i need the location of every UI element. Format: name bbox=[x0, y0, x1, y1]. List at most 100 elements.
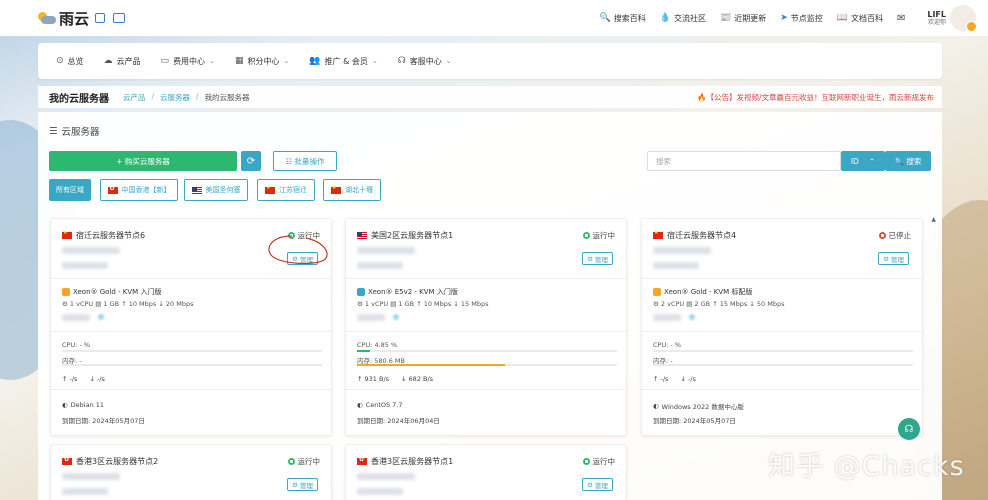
topnav-search[interactable]: 🔍搜索百科 bbox=[600, 13, 646, 24]
divider bbox=[346, 389, 626, 390]
divider bbox=[642, 389, 922, 390]
scroll-up-icon[interactable]: ▲ bbox=[931, 216, 936, 223]
download-speed: ↓ 682 B/s bbox=[401, 375, 433, 383]
menu-support[interactable]: ☊客服中心⌄ bbox=[398, 56, 452, 67]
server-card[interactable]: 香港3区云服务器节点2 运行中 ⚙管理 bbox=[50, 444, 332, 500]
menu-overview[interactable]: ⊙总览 bbox=[56, 56, 84, 67]
redacted-text bbox=[62, 247, 120, 254]
page-title: 我的云服务器 bbox=[49, 90, 109, 105]
server-name: 美国2区云服务器节点1 bbox=[357, 230, 453, 241]
search-button[interactable]: 🔍 搜索 bbox=[885, 151, 931, 171]
breadcrumb-item[interactable]: 云产品 bbox=[123, 92, 146, 103]
menu-cloud-products[interactable]: ☁云产品 bbox=[104, 56, 141, 67]
cloud-logo-icon bbox=[36, 11, 56, 25]
cn-flag-icon bbox=[653, 232, 663, 239]
status-badge: 运行中 bbox=[583, 230, 616, 241]
status-badge: 运行中 bbox=[288, 456, 321, 467]
region-sanjose[interactable]: 美国圣何塞 bbox=[184, 179, 248, 201]
server-name: 宿迁云服务器节点6 bbox=[62, 230, 145, 241]
region-all[interactable]: 所有区域 bbox=[49, 179, 91, 201]
manage-button[interactable]: ⚙管理 bbox=[287, 478, 318, 491]
search-input[interactable]: 搜索 bbox=[647, 151, 841, 171]
manage-button[interactable]: ⚙管理 bbox=[878, 252, 909, 265]
avatar[interactable] bbox=[950, 5, 976, 31]
dashboard-icon: ⊙ bbox=[56, 56, 64, 66]
redacted-text bbox=[357, 488, 403, 495]
network-stats: ↑ -/s ↓ -/s bbox=[62, 375, 105, 383]
support-chat-button[interactable]: ☊ bbox=[898, 418, 920, 440]
manage-button[interactable]: ⚙管理 bbox=[582, 252, 613, 265]
os-icon: ◐ bbox=[653, 402, 659, 410]
os-info: ◐CentOS 7.7 bbox=[357, 401, 403, 409]
redacted-dot bbox=[393, 314, 399, 320]
chevron-down-icon: ⌄ bbox=[283, 57, 289, 65]
cn-flag-icon bbox=[265, 187, 275, 194]
topnav-community[interactable]: 💧交流社区 bbox=[660, 13, 706, 24]
server-card[interactable]: 香港3区云服务器节点1 运行中 ⚙管理 bbox=[345, 444, 627, 500]
download-speed: ↓ -/s bbox=[89, 375, 104, 383]
window-icon[interactable] bbox=[95, 13, 105, 23]
news-icon: 📰 bbox=[720, 13, 731, 23]
redacted-text bbox=[653, 262, 699, 269]
hardware-spec: ⚙ 1 vCPU ▤ 1 GB ↑ 10 Mbps ↓ 15 Mbps bbox=[357, 300, 488, 308]
upload-speed: ↑ -/s bbox=[62, 375, 77, 383]
menu-billing[interactable]: ▭费用中心⌄ bbox=[161, 56, 215, 67]
play-icon bbox=[288, 458, 295, 465]
status-badge: 运行中 bbox=[583, 456, 616, 467]
breadcrumb-bar: 我的云服务器 云产品/ 云服务器/ 我的云服务器 🔥【公告】发视频/文章赢百元收… bbox=[38, 86, 942, 108]
hardware-spec: ⚙ 1 vCPU ▤ 1 GB ↑ 10 Mbps ↓ 20 Mbps bbox=[62, 300, 193, 308]
topnav-monitor[interactable]: ➤节点监控 bbox=[780, 13, 823, 24]
network-stats: ↑ 931 B/s↓ 682 B/s bbox=[357, 375, 433, 383]
hardware-spec: ⚙ 2 vCPU ▤ 2 GB ↑ 15 Mbps ↓ 50 Mbps bbox=[653, 300, 784, 308]
image-icon[interactable] bbox=[113, 13, 125, 23]
stop-icon bbox=[879, 232, 886, 239]
region-suqian[interactable]: 江苏宿迁 bbox=[257, 179, 315, 201]
redacted-text bbox=[357, 262, 403, 269]
server-name: 香港3区云服务器节点1 bbox=[357, 456, 453, 467]
cpu-icon bbox=[357, 288, 365, 296]
announcement[interactable]: 🔥【公告】发视频/文章赢百元收益！互联网新职业诞生，雨云新规发布 bbox=[697, 92, 934, 103]
os-icon: ◐ bbox=[357, 401, 363, 409]
server-card[interactable]: 美国2区云服务器节点1 运行中 ⚙管理 Xeon® E5v2 - KVM 入门版… bbox=[345, 218, 627, 436]
gear-icon: ⚙ bbox=[883, 255, 889, 263]
cpu-bar bbox=[62, 350, 322, 352]
divider bbox=[51, 278, 331, 279]
server-icon: ☰ bbox=[49, 126, 58, 137]
chevron-down-icon: ⌄ bbox=[446, 57, 452, 65]
chevron-up-icon: ⌃ bbox=[869, 157, 875, 166]
user-info[interactable]: LIFL 欢迎你 bbox=[927, 10, 946, 27]
region-hongkong[interactable]: 中国香港【新】 bbox=[100, 179, 178, 201]
redacted-text bbox=[357, 314, 385, 321]
user-subtitle: 欢迎你 bbox=[928, 19, 946, 26]
server-card[interactable]: 宿迁云服务器节点4 已停止 ⚙管理 Xeon® Gold - KVM 标配版 ⚙… bbox=[641, 218, 923, 436]
headset-icon: ☊ bbox=[398, 56, 406, 66]
breadcrumb-current: 我的云服务器 bbox=[205, 92, 250, 103]
redacted-dot bbox=[689, 314, 695, 320]
memory-bar bbox=[357, 364, 617, 366]
menu-points[interactable]: ▦积分中心⌄ bbox=[235, 56, 289, 67]
cn-flag-icon bbox=[62, 232, 72, 239]
topnav-updates[interactable]: 📰近期更新 bbox=[720, 13, 766, 24]
batch-action-button[interactable]: ☷ 批量操作 bbox=[273, 151, 337, 171]
expire-date: 到期日期: 2024年06月04日 bbox=[357, 415, 440, 425]
network-stats: ↑ -/s↓ -/s bbox=[653, 375, 696, 383]
chevron-down-icon: ⌄ bbox=[209, 57, 215, 65]
redacted-text bbox=[62, 473, 120, 480]
logo[interactable]: 雨云 bbox=[36, 8, 89, 29]
region-shiyan[interactable]: 湖北十堰 bbox=[323, 179, 381, 201]
redacted-text bbox=[357, 473, 415, 480]
cpu-bar bbox=[357, 350, 617, 352]
chevron-down-icon: ⌄ bbox=[372, 57, 378, 65]
memory-bar bbox=[653, 364, 913, 366]
breadcrumb-item[interactable]: 云服务器 bbox=[160, 92, 190, 103]
cn-flag-icon bbox=[331, 187, 341, 194]
manage-button[interactable]: ⚙管理 bbox=[582, 478, 613, 491]
mail-icon[interactable]: ✉ bbox=[897, 13, 905, 24]
expire-date: 到期日期: 2024年05月07日 bbox=[653, 415, 736, 425]
id-select[interactable]: ID⌃ bbox=[841, 151, 885, 171]
refresh-icon[interactable]: ⟳ bbox=[241, 151, 261, 171]
buy-server-button[interactable]: + 购买云服务器 bbox=[49, 151, 237, 171]
topnav-docs[interactable]: 📖文档百科 bbox=[837, 13, 883, 24]
menu-promotion[interactable]: 👥推广 & 会员⌄ bbox=[309, 56, 377, 67]
drop-icon: 💧 bbox=[660, 13, 671, 23]
